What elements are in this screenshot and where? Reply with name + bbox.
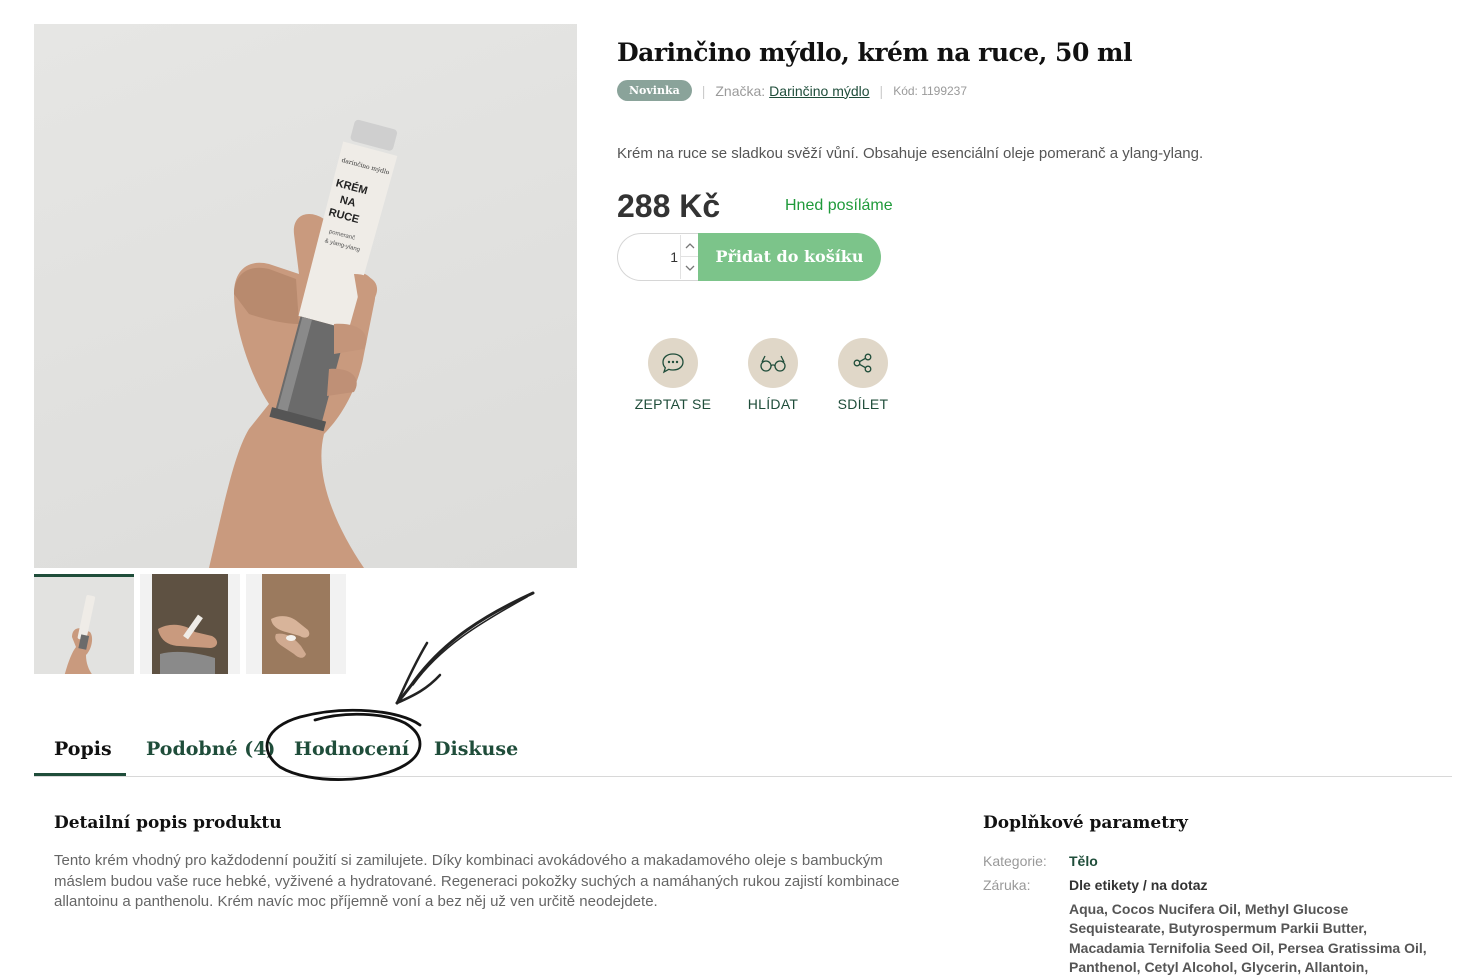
- param-category-link[interactable]: Tělo: [1069, 853, 1098, 869]
- share-button[interactable]: SDÍLET: [818, 338, 908, 412]
- brand-link[interactable]: Darinčino mýdlo: [769, 83, 869, 99]
- share-label: SDÍLET: [837, 396, 889, 412]
- active-tab-indicator: [34, 773, 126, 776]
- chat-icon: [648, 338, 698, 388]
- param-category-row: Kategorie: Tělo: [983, 853, 1098, 869]
- tab-hodnoceni[interactable]: Hodnocení: [294, 738, 409, 774]
- description-title: Detailní popis produktu: [54, 813, 282, 833]
- description-text: Tento krém vhodný pro každodenní použití…: [54, 852, 900, 910]
- share-icon: [838, 338, 888, 388]
- param-warranty-row: Záruka: Dle etikety / na dotaz: [983, 877, 1207, 893]
- chevron-down-icon[interactable]: [680, 257, 698, 279]
- product-title: Darinčino mýdlo, krém na ruce, 50 ml: [617, 38, 1133, 67]
- product-tabs: Popis Podobné (4) Hodnocení Diskuse: [34, 728, 1452, 777]
- meta-divider: |: [879, 82, 884, 99]
- param-ingredients-value: Aqua, Cocos Nucifera Oil, Methyl Glucose…: [1069, 901, 1427, 975]
- product-main-image[interactable]: darinčino mýdlo KRÉM NA RUCE pomeranč & …: [34, 24, 577, 568]
- thumbnail-3-image: [246, 574, 346, 674]
- thumbnail-1-image: [34, 577, 134, 674]
- ask-question-label: ZEPTAT SE: [634, 396, 712, 412]
- watch-button[interactable]: HLÍDAT: [728, 338, 818, 412]
- product-code: Kód: 1199237: [893, 83, 968, 98]
- params-title: Doplňkové parametry: [983, 813, 1188, 833]
- thumbnail-2[interactable]: [140, 574, 240, 674]
- thumbnail-2-image: [140, 574, 240, 674]
- product-meta: Novinka | Značka: Darinčino mýdlo | Kód:…: [617, 80, 967, 101]
- new-badge: Novinka: [617, 80, 692, 101]
- glasses-icon: [748, 338, 798, 388]
- brand-label: Značka:: [715, 82, 766, 99]
- watch-label: HLÍDAT: [747, 396, 799, 412]
- hand-holding-tube-illustration: darinčino mýdlo KRÉM NA RUCE pomeranč & …: [209, 119, 398, 568]
- thumbnail-strip: [34, 574, 346, 674]
- short-description: Krém na ruce se sladkou svěží vůní. Obsa…: [617, 145, 1204, 162]
- param-category-label: Kategorie:: [983, 853, 1047, 869]
- add-to-cart-button[interactable]: Přidat do košíku: [698, 233, 881, 281]
- thumbnail-3[interactable]: [246, 574, 346, 674]
- quantity-stepper: [617, 233, 702, 281]
- tab-diskuse[interactable]: Diskuse: [434, 738, 518, 774]
- product-price: 288 Kč: [617, 188, 721, 224]
- ask-question-button[interactable]: ZEPTAT SE: [628, 338, 718, 412]
- meta-divider: |: [701, 82, 706, 99]
- chevron-up-icon[interactable]: [680, 235, 698, 257]
- param-warranty-value: Dle etikety / na dotaz: [1069, 877, 1208, 893]
- thumbnail-1[interactable]: [34, 574, 134, 674]
- tab-podobne[interactable]: Podobné (4): [146, 738, 275, 774]
- quantity-input[interactable]: [618, 234, 678, 280]
- availability-status: Hned posíláme: [785, 197, 893, 214]
- param-warranty-label: Záruka:: [983, 877, 1031, 893]
- tab-popis[interactable]: Popis: [54, 738, 112, 774]
